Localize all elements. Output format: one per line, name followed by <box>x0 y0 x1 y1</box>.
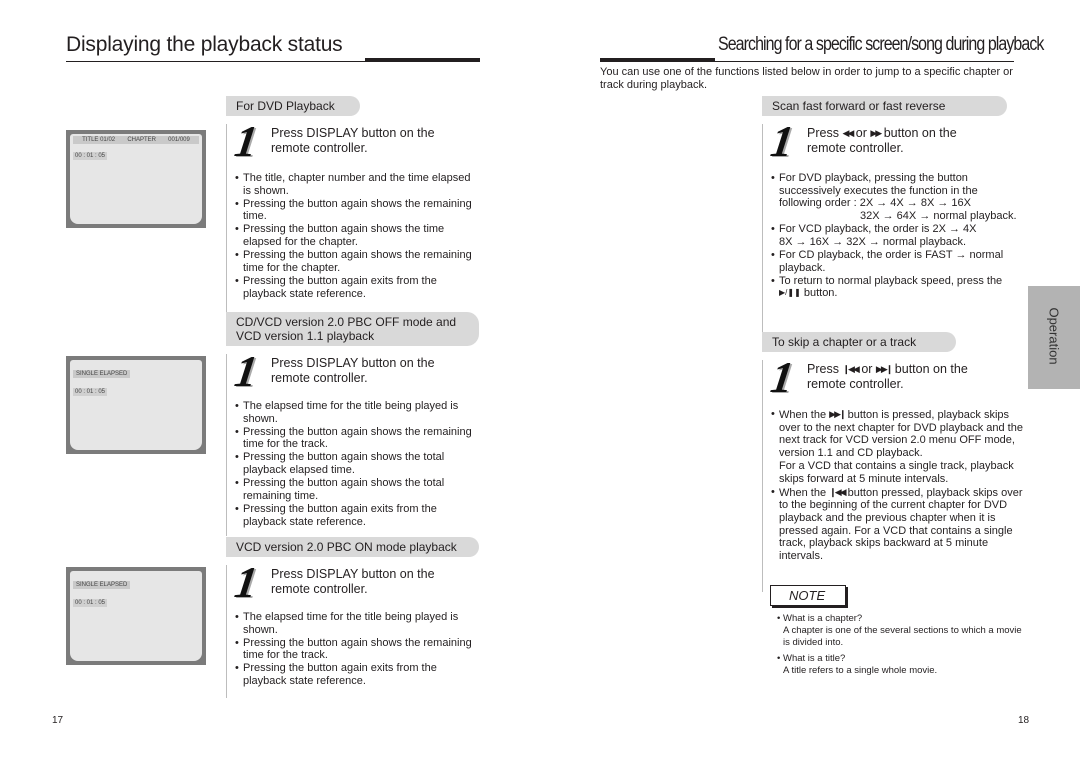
step-text: Press ❙◀◀ or ▶▶❙ button on the remote co… <box>801 360 971 392</box>
step-1: 1 Press DISPLAY button on the remote con… <box>231 558 480 607</box>
section-skip: To skip a chapter or a track 1 Press ❙◀◀… <box>762 332 1024 592</box>
bullet-text: When the <box>779 409 827 421</box>
title-accent-bar <box>365 58 480 61</box>
section-header: To skip a chapter or a track <box>762 332 956 352</box>
step-text-or: or <box>861 362 873 376</box>
step-number: 1 <box>231 117 261 166</box>
title-accent-bar <box>600 58 715 61</box>
bullet-item: Pressing the button again exits from the… <box>235 275 480 300</box>
step-1: 1 Press ◀◀ or ▶▶ button on the remote co… <box>767 117 1022 166</box>
page-number-right: 18 <box>1018 715 1030 726</box>
bullet-item: Pressing the button again shows the rema… <box>235 249 480 274</box>
bullet-item-prev: When the ❙◀◀ button pressed, playback sk… <box>771 486 1024 563</box>
note-label-box: NOTE <box>770 585 846 606</box>
bullet-item: The elapsed time for the title being pla… <box>235 611 480 636</box>
screen-mode-label: SINGLE ELAPSED <box>73 370 131 378</box>
section-cd-vcd-pbc-off: CD/VCD version 2.0 PBC OFF mode and VCD … <box>226 312 480 536</box>
section-header: For DVD Playback <box>226 96 360 116</box>
bullet-item: Pressing the button again exits from the… <box>235 503 480 528</box>
skip-next-icon: ▶▶❙ <box>829 409 846 419</box>
step-number: 1 <box>767 117 797 166</box>
step-text: Press DISPLAY button on the remote contr… <box>271 356 435 385</box>
note-question: What is a title? <box>777 653 1027 665</box>
bullet-text: For DVD playback, pressing the button su… <box>779 172 978 210</box>
note-list: What is a chapter? A chapter is one of t… <box>777 613 1027 681</box>
step-number: 1 <box>767 353 797 402</box>
bullet-text-extra: For a VCD that contains a single track, … <box>779 459 1014 485</box>
side-tab-label: Operation <box>1046 307 1062 365</box>
bullet-item-cd: For CD playback, the order is FAST → nor… <box>771 249 1022 274</box>
step-text-pre: Press <box>807 126 839 140</box>
bullet-text: For VCD playback, the order is 2X → 4X <box>779 223 977 236</box>
bullet-list: The title, chapter number and the time e… <box>235 172 480 300</box>
step-text-or: or <box>855 126 867 140</box>
screen-chapter-label: CHAPTER <box>127 137 156 143</box>
note-answer: A chapter is one of the several sections… <box>783 625 1022 648</box>
section-dvd-playback: For DVD Playback 1 Press DISPLAY button … <box>226 96 480 324</box>
section-header: VCD version 2.0 PBC ON mode playback <box>226 537 479 557</box>
tv-screen-vcd-pbc-off: SINGLE ELAPSED 00 : 01 : 05 <box>66 356 206 454</box>
step-1: 1 Press DISPLAY button on the remote con… <box>231 347 480 396</box>
bullet-item: The title, chapter number and the time e… <box>235 172 480 197</box>
step-1: 1 Press DISPLAY button on the remote con… <box>231 117 480 166</box>
bullet-item: Pressing the button again exits from the… <box>235 662 480 687</box>
bullet-list: The elapsed time for the title being pla… <box>235 400 480 528</box>
tv-screen-dvd: TITLE 01/02 CHAPTER 001/009 00 : 01 : 05 <box>66 130 206 228</box>
bullet-text: To return to normal playback speed, pres… <box>779 274 1003 287</box>
bullet-text-cont: 8X → 16X → 32X → normal playback. <box>779 235 967 248</box>
screen-mode-label: SINGLE ELAPSED <box>73 581 131 589</box>
screen-title-label: TITLE 01/02 <box>82 137 116 143</box>
step-1: 1 Press ❙◀◀ or ▶▶❙ button on the remote … <box>767 353 1024 402</box>
bullet-text-cont: 32X → 64X → normal playback. <box>860 210 1017 223</box>
intro-paragraph: You can use one of the functions listed … <box>600 66 1013 91</box>
section-header: CD/VCD version 2.0 PBC OFF mode and VCD … <box>226 312 479 346</box>
screen-time: 00 : 01 : 05 <box>73 388 108 396</box>
screen-info-bar: TITLE 01/02 CHAPTER 001/009 <box>73 136 199 144</box>
play-pause-icon: ▶/❚❚ <box>779 288 801 298</box>
step-number: 1 <box>231 558 261 607</box>
bullet-item-return: To return to normal playback speed, pres… <box>771 275 1022 300</box>
bullet-list: The elapsed time for the title being pla… <box>235 611 480 688</box>
bullet-list: When the ▶▶❙ button is pressed, playback… <box>771 408 1024 563</box>
skip-previous-icon: ❙◀◀ <box>829 486 846 497</box>
rewind-icon: ◀◀ <box>842 128 854 138</box>
bullet-item: Pressing the button again shows the time… <box>235 223 480 248</box>
step-text: Press ◀◀ or ▶▶ button on the remote cont… <box>801 124 991 156</box>
bullet-item-dvd: For DVD playback, pressing the button su… <box>771 172 1022 223</box>
step-number: 1 <box>231 347 261 396</box>
bullet-item: Pressing the button again shows the rema… <box>235 198 480 223</box>
title-rule <box>66 61 480 62</box>
bullet-item: Pressing the button again shows the rema… <box>235 426 480 451</box>
bullet-item-vcd: For VCD playback, the order is 2X → 4X 8… <box>771 223 1022 248</box>
step-text: Press DISPLAY button on the remote contr… <box>271 567 435 596</box>
screen-time: 00 : 01 : 05 <box>73 599 108 607</box>
step-text: Press DISPLAY button on the remote contr… <box>271 126 435 155</box>
note-question: What is a chapter? <box>777 613 1027 625</box>
screen-chapter-value: 001/009 <box>168 137 190 143</box>
bullet-text: When the <box>779 486 827 499</box>
page-number-left: 17 <box>52 715 64 726</box>
page-title-left: Displaying the playback status <box>66 33 343 56</box>
bullet-item: The elapsed time for the title being pla… <box>235 400 480 425</box>
section-vcd-pbc-on: VCD version 2.0 PBC ON mode playback 1 P… <box>226 537 480 698</box>
bullet-item: Pressing the button again shows the rema… <box>235 637 480 662</box>
tv-screen-vcd-pbc-on: SINGLE ELAPSED 00 : 01 : 05 <box>66 567 206 665</box>
skip-next-icon: ▶▶❙ <box>875 364 893 374</box>
bullet-item-next: When the ▶▶❙ button is pressed, playback… <box>771 408 1024 485</box>
operation-side-tab: Operation <box>1028 286 1080 389</box>
page-title-right: Searching for a specific screen/song dur… <box>718 34 1044 55</box>
section-scan: Scan fast forward or fast reverse 1 Pres… <box>762 96 1022 332</box>
bullet-text-cont: button. <box>803 287 838 300</box>
step-text-pre: Press <box>807 362 839 376</box>
skip-previous-icon: ❙◀◀ <box>842 364 859 374</box>
bullet-list: For DVD playback, pressing the button su… <box>771 172 1022 300</box>
bullet-item: Pressing the button again shows the tota… <box>235 477 480 502</box>
section-header: Scan fast forward or fast reverse <box>762 96 1007 116</box>
screen-time: 00 : 01 : 05 <box>73 152 108 160</box>
bullet-item: Pressing the button again shows the tota… <box>235 451 480 476</box>
title-rule <box>600 61 1014 62</box>
note-answer: A title refers to a single whole movie. <box>783 665 938 676</box>
fast-forward-icon: ▶▶ <box>870 128 882 138</box>
